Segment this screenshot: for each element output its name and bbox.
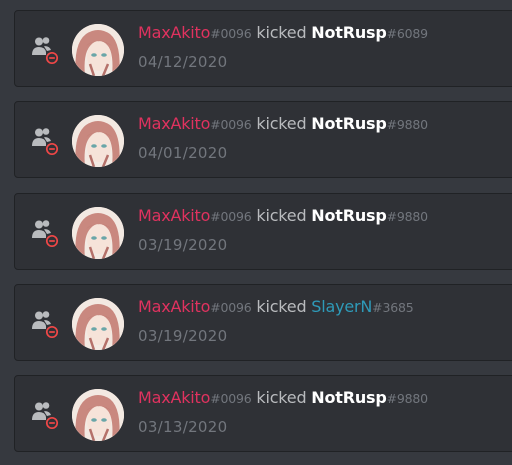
log-entry-summary: MaxAkito#0096 kicked NotRusp#9880 <box>138 114 428 133</box>
actor-discriminator: #0096 <box>210 300 252 315</box>
member-remove-icon <box>29 307 61 339</box>
audit-log-entry[interactable]: MaxAkito#0096 kicked NotRusp#9880 03/19/… <box>14 193 512 270</box>
target-discriminator: #3685 <box>372 300 414 315</box>
target-discriminator: #9880 <box>386 117 428 132</box>
entry-date: 04/01/2020 <box>138 144 228 162</box>
actor-username[interactable]: MaxAkito <box>138 114 210 133</box>
target-discriminator: #9880 <box>386 391 428 406</box>
audit-log-entry[interactable]: MaxAkito#0096 kicked NotRusp#6089 04/12/… <box>14 10 512 87</box>
actor-username[interactable]: MaxAkito <box>138 388 210 407</box>
log-entry-summary: MaxAkito#0096 kicked NotRusp#6089 <box>138 23 428 42</box>
audit-log-entry[interactable]: MaxAkito#0096 kicked NotRusp#9880 03/13/… <box>14 375 512 452</box>
actor-discriminator: #0096 <box>210 391 252 406</box>
actor-username[interactable]: MaxAkito <box>138 297 210 316</box>
log-entry-summary: MaxAkito#0096 kicked NotRusp#9880 <box>138 206 428 225</box>
actor-discriminator: #0096 <box>210 117 252 132</box>
entry-date: 03/19/2020 <box>138 327 228 345</box>
actor-discriminator: #0096 <box>210 26 252 41</box>
avatar[interactable] <box>72 207 124 259</box>
audit-log-entry[interactable]: MaxAkito#0096 kicked SlayerN#3685 03/19/… <box>14 284 512 361</box>
avatar[interactable] <box>72 298 124 350</box>
member-remove-icon <box>29 124 61 156</box>
target-username[interactable]: NotRusp <box>311 23 387 42</box>
member-remove-icon <box>29 216 61 248</box>
target-discriminator: #6089 <box>386 26 428 41</box>
target-username[interactable]: NotRusp <box>311 114 387 133</box>
action-verb: kicked <box>256 388 307 407</box>
target-username[interactable]: SlayerN <box>311 297 372 316</box>
entry-date: 04/12/2020 <box>138 53 228 71</box>
action-verb: kicked <box>256 297 307 316</box>
target-username[interactable]: NotRusp <box>311 388 387 407</box>
actor-discriminator: #0096 <box>210 209 252 224</box>
actor-username[interactable]: MaxAkito <box>138 23 210 42</box>
actor-username[interactable]: MaxAkito <box>138 206 210 225</box>
action-verb: kicked <box>256 23 307 42</box>
member-remove-icon <box>29 398 61 430</box>
audit-log-list: MaxAkito#0096 kicked NotRusp#6089 04/12/… <box>0 0 512 465</box>
log-entry-summary: MaxAkito#0096 kicked SlayerN#3685 <box>138 297 414 316</box>
avatar[interactable] <box>72 389 124 441</box>
action-verb: kicked <box>256 114 307 133</box>
avatar[interactable] <box>72 115 124 167</box>
log-entry-summary: MaxAkito#0096 kicked NotRusp#9880 <box>138 388 428 407</box>
entry-date: 03/13/2020 <box>138 418 228 436</box>
audit-log-entry[interactable]: MaxAkito#0096 kicked NotRusp#9880 04/01/… <box>14 101 512 178</box>
entry-date: 03/19/2020 <box>138 236 228 254</box>
target-username[interactable]: NotRusp <box>311 206 387 225</box>
target-discriminator: #9880 <box>386 209 428 224</box>
action-verb: kicked <box>256 206 307 225</box>
avatar[interactable] <box>72 24 124 76</box>
member-remove-icon <box>29 33 61 65</box>
